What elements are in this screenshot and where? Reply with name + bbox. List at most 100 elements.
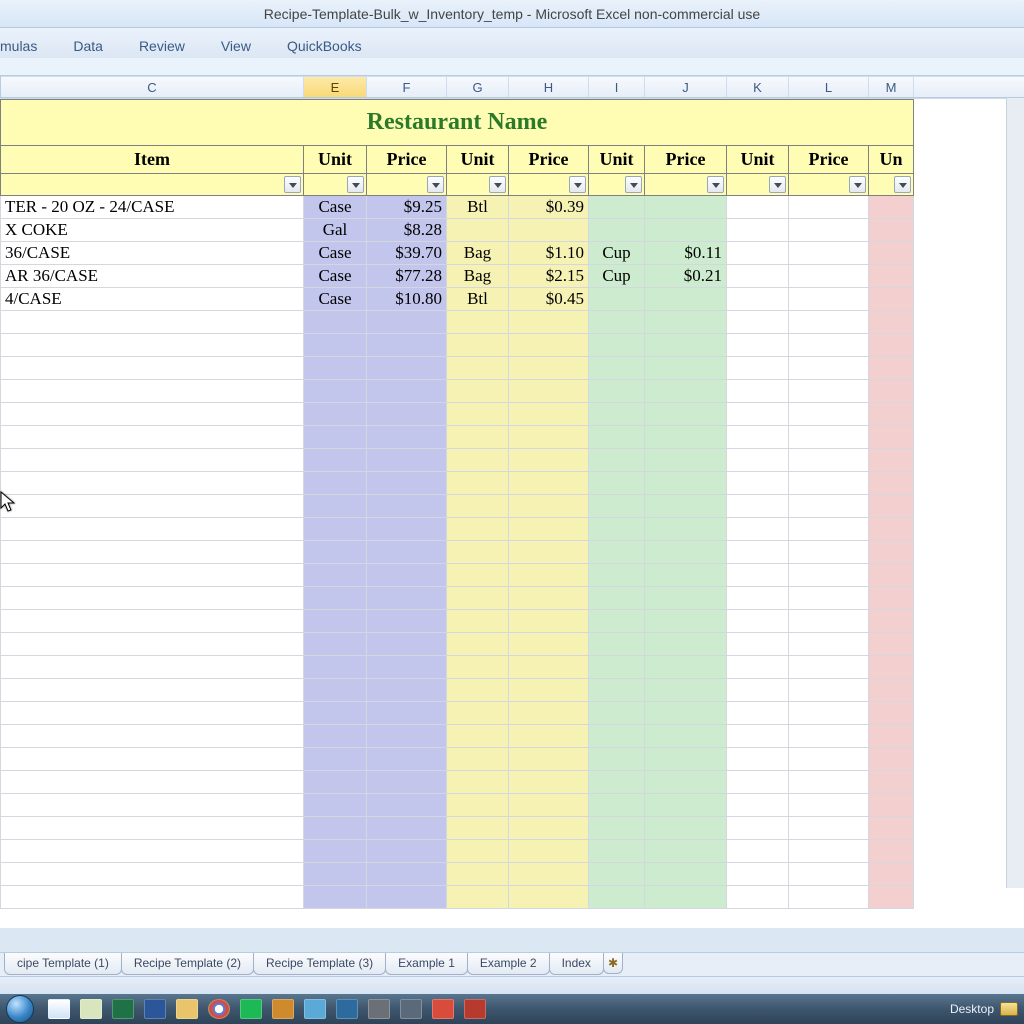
cell[interactable] xyxy=(789,863,869,886)
cell[interactable] xyxy=(304,334,367,357)
cell[interactable] xyxy=(509,495,589,518)
cell[interactable] xyxy=(789,794,869,817)
cell[interactable] xyxy=(727,219,789,242)
cell[interactable] xyxy=(645,725,727,748)
cell[interactable] xyxy=(727,472,789,495)
cell[interactable] xyxy=(509,426,589,449)
cell[interactable] xyxy=(367,472,447,495)
sheet-tab[interactable]: Example 1 xyxy=(385,953,468,975)
cell[interactable] xyxy=(869,587,914,610)
cell[interactable] xyxy=(645,219,727,242)
taskbar-app-icon[interactable] xyxy=(48,999,70,1019)
cell[interactable] xyxy=(727,794,789,817)
cell[interactable] xyxy=(367,380,447,403)
cell[interactable] xyxy=(447,564,509,587)
cell[interactable]: Btl xyxy=(447,196,509,219)
cell[interactable] xyxy=(1,541,304,564)
cell[interactable] xyxy=(304,679,367,702)
cell[interactable] xyxy=(367,656,447,679)
cell[interactable] xyxy=(645,863,727,886)
cell[interactable]: $0.11 xyxy=(645,242,727,265)
filter-dropdown-button[interactable] xyxy=(427,176,444,193)
cell[interactable] xyxy=(447,541,509,564)
cell[interactable] xyxy=(1,495,304,518)
cell[interactable] xyxy=(869,334,914,357)
cell[interactable] xyxy=(589,357,645,380)
cell[interactable] xyxy=(645,449,727,472)
filter-dropdown-button[interactable] xyxy=(849,176,866,193)
cell[interactable] xyxy=(869,656,914,679)
cell[interactable] xyxy=(1,817,304,840)
cell[interactable]: Case xyxy=(304,265,367,288)
cell[interactable] xyxy=(304,587,367,610)
cell[interactable] xyxy=(645,679,727,702)
cell[interactable] xyxy=(589,587,645,610)
ribbon-tab-review[interactable]: Review xyxy=(139,38,185,54)
cell[interactable] xyxy=(727,840,789,863)
filter-dropdown-button[interactable] xyxy=(769,176,786,193)
cell[interactable] xyxy=(589,564,645,587)
taskbar-app-icon[interactable] xyxy=(240,999,262,1019)
cell[interactable] xyxy=(447,817,509,840)
sheet-tab[interactable]: Index xyxy=(549,953,604,975)
cell[interactable] xyxy=(509,587,589,610)
cell[interactable] xyxy=(645,334,727,357)
cell[interactable] xyxy=(869,679,914,702)
cell[interactable] xyxy=(509,725,589,748)
cell[interactable] xyxy=(645,196,727,219)
cell[interactable] xyxy=(509,794,589,817)
cell[interactable] xyxy=(304,518,367,541)
cell[interactable] xyxy=(789,817,869,840)
cell[interactable] xyxy=(869,817,914,840)
cell[interactable] xyxy=(1,311,304,334)
cell[interactable] xyxy=(367,426,447,449)
cell[interactable] xyxy=(869,219,914,242)
sheet-tab[interactable]: Recipe Template (3) xyxy=(253,953,386,975)
cell[interactable] xyxy=(509,311,589,334)
cell[interactable] xyxy=(789,702,869,725)
cell[interactable] xyxy=(367,840,447,863)
cell[interactable] xyxy=(304,702,367,725)
cell[interactable] xyxy=(789,656,869,679)
cell[interactable]: $0.21 xyxy=(645,265,727,288)
cell[interactable] xyxy=(304,311,367,334)
cell[interactable] xyxy=(1,863,304,886)
cell[interactable] xyxy=(304,357,367,380)
cell[interactable] xyxy=(645,288,727,311)
cell[interactable] xyxy=(367,587,447,610)
cell[interactable] xyxy=(645,426,727,449)
column-header-C[interactable]: C xyxy=(1,77,304,97)
cell[interactable] xyxy=(1,794,304,817)
cell[interactable] xyxy=(727,725,789,748)
cell[interactable] xyxy=(367,679,447,702)
ribbon-tab-formulas[interactable]: mulas xyxy=(0,38,37,54)
cell[interactable] xyxy=(869,495,914,518)
start-button[interactable] xyxy=(6,995,34,1023)
cell[interactable] xyxy=(789,288,869,311)
cell[interactable] xyxy=(645,357,727,380)
cell[interactable] xyxy=(869,541,914,564)
cell[interactable] xyxy=(645,748,727,771)
cell[interactable] xyxy=(304,886,367,909)
cell[interactable] xyxy=(447,679,509,702)
cell[interactable] xyxy=(589,541,645,564)
cell[interactable] xyxy=(509,771,589,794)
cell[interactable] xyxy=(869,564,914,587)
cell[interactable] xyxy=(367,702,447,725)
cell[interactable] xyxy=(789,242,869,265)
cell[interactable] xyxy=(645,403,727,426)
cell[interactable] xyxy=(589,472,645,495)
cell[interactable] xyxy=(367,564,447,587)
cell[interactable] xyxy=(367,794,447,817)
cell[interactable] xyxy=(304,771,367,794)
cell[interactable] xyxy=(447,840,509,863)
cell[interactable] xyxy=(509,886,589,909)
cell[interactable] xyxy=(589,725,645,748)
ribbon-tab-view[interactable]: View xyxy=(221,38,251,54)
cell[interactable] xyxy=(869,748,914,771)
cell[interactable] xyxy=(645,495,727,518)
cell[interactable]: $1.10 xyxy=(509,242,589,265)
cell[interactable] xyxy=(727,748,789,771)
cell[interactable] xyxy=(447,610,509,633)
cell[interactable] xyxy=(589,518,645,541)
